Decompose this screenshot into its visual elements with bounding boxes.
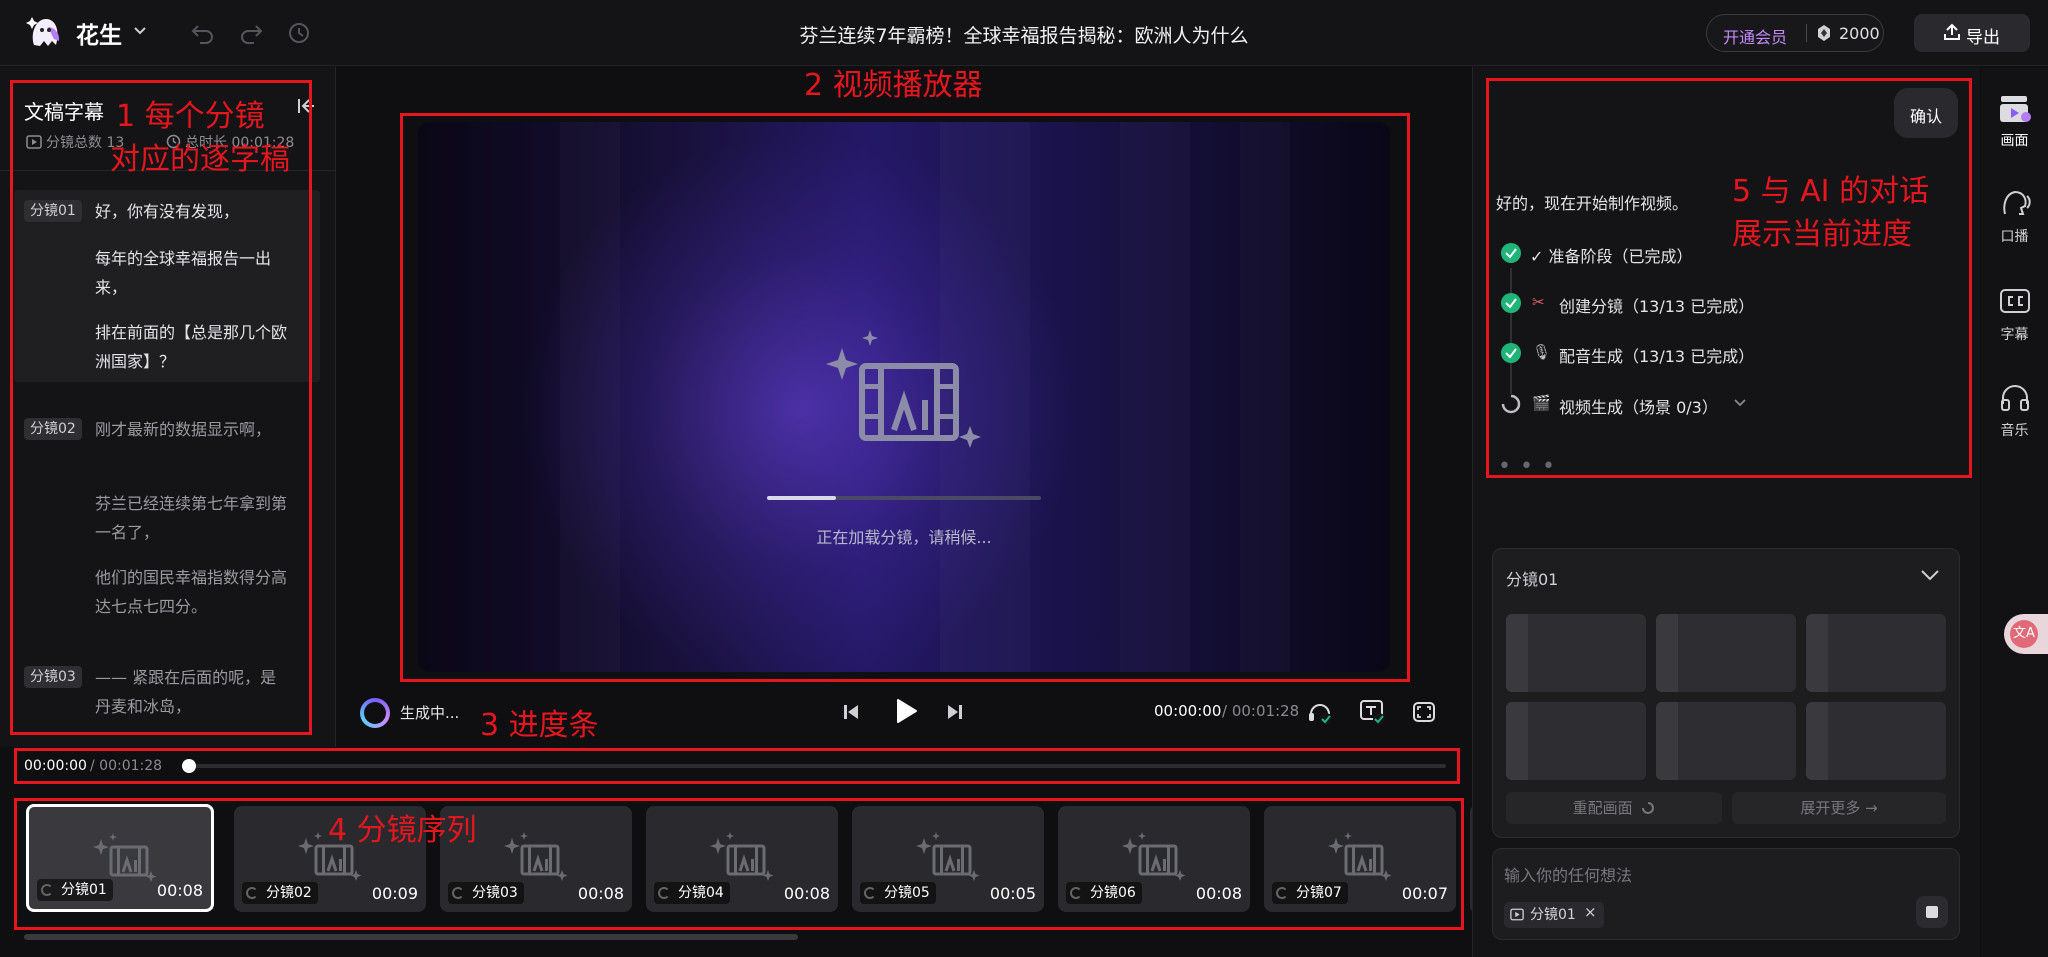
- chevron-down-icon[interactable]: [1920, 568, 1940, 582]
- rail-label: 口播: [2000, 229, 2029, 245]
- strip-scrollbar[interactable]: [24, 934, 798, 940]
- annotation-box-chat: [1486, 78, 1972, 478]
- annotation-box-timeline: [14, 748, 1460, 784]
- rail-label: 画面: [2000, 133, 2029, 149]
- headphones-icon: [1997, 380, 2033, 416]
- annotation-box-player: [400, 113, 1410, 682]
- image-candidate[interactable]: [1506, 702, 1646, 780]
- stop-icon: [1926, 906, 1938, 918]
- subtitle-check-icon[interactable]: [1358, 698, 1386, 726]
- chat-input-placeholder[interactable]: 输入你的任何想法: [1504, 862, 1632, 886]
- player-total-time: / 00:01:28: [1222, 702, 1300, 720]
- picture-icon: [1997, 90, 2033, 126]
- annotation-1-line1: 1 每个分镜: [116, 99, 265, 134]
- voice-icon: [1997, 186, 2033, 222]
- cc-icon: [1997, 284, 2033, 320]
- export-label[interactable]: 导出: [1966, 23, 2000, 48]
- play-icon[interactable]: [890, 696, 920, 726]
- expand-more-button[interactable]: 展开更多 →: [1732, 792, 1946, 824]
- video-icon: [1510, 908, 1524, 921]
- image-candidate[interactable]: [1656, 702, 1796, 780]
- rematch-label: 重配画面: [1572, 799, 1633, 817]
- player-current-time: 00:00:00: [1154, 702, 1222, 720]
- previous-icon[interactable]: [840, 701, 862, 723]
- scene-detail-title: 分镜01: [1506, 570, 1559, 589]
- annotation-1-line2: 对应的逐字稿: [110, 142, 290, 177]
- rail-item-music[interactable]: 音乐: [1981, 380, 2048, 440]
- annotation-5-line2: 展示当前进度: [1732, 217, 1912, 252]
- rail-item-picture[interactable]: 画面: [1981, 90, 2048, 150]
- image-candidate[interactable]: [1806, 702, 1946, 780]
- voice-check-icon[interactable]: [1306, 698, 1334, 726]
- open-membership-link[interactable]: 开通会员: [1723, 24, 1787, 48]
- remove-chip-icon[interactable]: ×: [1584, 903, 1597, 921]
- loading-icon: [1641, 801, 1655, 815]
- generating-spinner-center: [364, 702, 386, 724]
- annotation-box-strip: [14, 798, 1464, 930]
- credit-icon: [1816, 24, 1832, 42]
- annotation-3: 3 进度条: [480, 708, 599, 743]
- image-candidate[interactable]: [1806, 614, 1946, 692]
- generating-label: 生成中...: [400, 704, 460, 722]
- pill-divider: [1806, 24, 1807, 42]
- image-candidate[interactable]: [1506, 614, 1646, 692]
- credit-balance: 2000: [1839, 24, 1880, 43]
- image-candidate[interactable]: [1656, 614, 1796, 692]
- translate-icon[interactable]: 文A: [2010, 620, 2038, 648]
- rail-label: 字幕: [2000, 327, 2029, 343]
- rail-label: 音乐: [2000, 423, 2029, 439]
- rail-item-voice[interactable]: 口播: [1981, 186, 2048, 246]
- annotation-2: 2 视频播放器: [804, 68, 983, 103]
- fullscreen-icon[interactable]: [1412, 700, 1436, 724]
- next-icon[interactable]: [944, 701, 966, 723]
- rail-item-subtitle[interactable]: 字幕: [1981, 284, 2048, 344]
- rematch-image-button[interactable]: 重配画面: [1506, 792, 1722, 824]
- annotation-5-line1: 5 与 AI 的对话: [1732, 174, 1930, 209]
- annotation-4: 4 分镜序列: [328, 813, 477, 848]
- export-icon: [1942, 22, 1962, 42]
